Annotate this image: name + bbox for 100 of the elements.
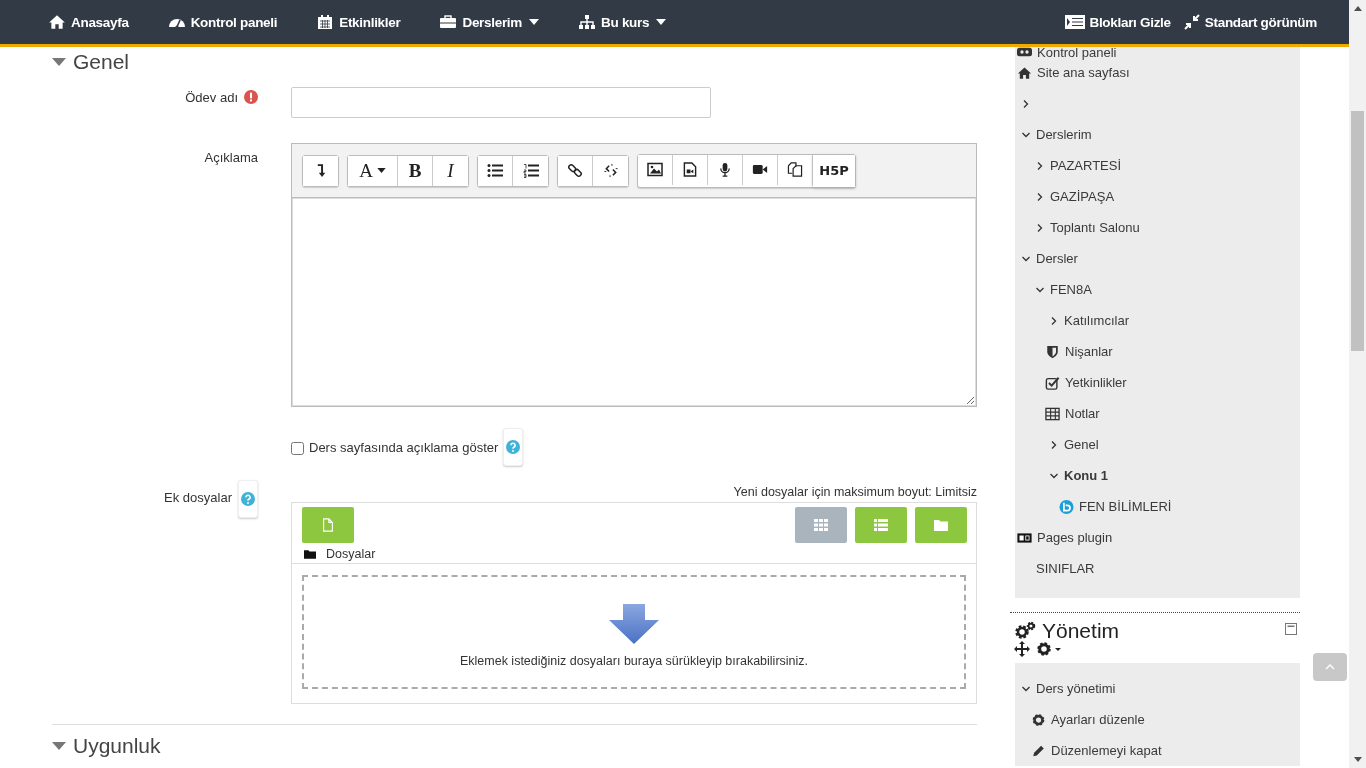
nav-menu-item[interactable]: Standart görünüm xyxy=(1182,14,1317,30)
home-icon xyxy=(1017,65,1032,80)
drop-zone-hint: Eklemek istediğiniz dosyaları buraya sürükleyip bırakabilirsiniz. xyxy=(459,654,809,668)
nav-menu-item[interactable]: Bu kurs xyxy=(578,14,667,30)
chevron-up-icon xyxy=(1325,664,1335,670)
gears-icon xyxy=(1014,621,1036,641)
chevron-right-icon[interactable] xyxy=(1035,160,1045,171)
nav-menu-item[interactable]: Etkinlikler xyxy=(316,14,401,30)
section-heading: Uygunluk xyxy=(73,734,161,758)
nav-link[interactable]: Genel xyxy=(1064,437,1099,452)
format-button[interactable]: I xyxy=(433,155,468,186)
nav-label: Etkinlikler xyxy=(339,14,401,30)
nav-link[interactable]: Ders yönetimi xyxy=(1036,681,1116,696)
nav-link[interactable]: Katılımcılar xyxy=(1064,313,1129,328)
section-heading: Genel xyxy=(73,50,130,74)
nav-label: Standart görünüm xyxy=(1204,14,1317,30)
nav-menu-item[interactable]: Kontrol paneli xyxy=(167,14,278,30)
folder-icon xyxy=(934,518,948,532)
checkbox-label: Ders sayfasında açıklama göster xyxy=(309,439,499,455)
collapse-triangle-icon[interactable] xyxy=(52,58,66,66)
bullet-list-icon xyxy=(487,163,503,178)
chevron-right-icon[interactable] xyxy=(1021,98,1031,109)
nav-label: Derslerim xyxy=(462,14,523,30)
nav-menu-item[interactable]: Anasayfa xyxy=(48,14,129,30)
image-icon xyxy=(647,162,663,177)
toolbar-button[interactable] xyxy=(673,154,708,185)
toolbar-button[interactable] xyxy=(778,154,813,185)
nav-link[interactable]: FEN BİLİMLERİ xyxy=(1079,499,1172,514)
help-icon xyxy=(241,492,255,506)
toolbar-button[interactable] xyxy=(743,154,778,185)
chevron-right-icon[interactable] xyxy=(1049,315,1059,326)
pencil-icon xyxy=(1031,743,1046,758)
nav-menu-item[interactable]: Blokları Gizle xyxy=(1065,14,1171,30)
collapse-block-icon[interactable] xyxy=(1285,623,1297,635)
toolbar-button[interactable] xyxy=(513,155,548,186)
numbered-list-icon xyxy=(522,163,539,178)
copy-icon xyxy=(787,162,803,177)
nav-link[interactable]: Notlar xyxy=(1065,406,1100,421)
nav-label: Bu kurs xyxy=(601,14,650,30)
nav-link[interactable]: PAZARTESİ xyxy=(1050,158,1122,173)
grid-icon xyxy=(814,518,828,532)
field-label: Açıklama xyxy=(204,150,258,165)
nav-link[interactable]: GAZİPAŞA xyxy=(1050,189,1115,204)
table-icon xyxy=(1045,406,1060,421)
unlink-icon xyxy=(602,163,619,178)
arrow-down-icon xyxy=(609,604,659,644)
home-icon xyxy=(48,14,66,30)
gear-menu-icon[interactable] xyxy=(1036,641,1062,657)
sitemap-icon xyxy=(578,14,597,30)
scrollbar-thumb[interactable] xyxy=(1351,111,1364,351)
nav-link[interactable]: SINIFLAR xyxy=(1036,561,1095,576)
toolbar-button[interactable] xyxy=(558,155,593,186)
h5p-button[interactable]: H5P xyxy=(813,154,855,187)
format-button[interactable]: A xyxy=(348,155,398,186)
newspaper-icon xyxy=(1017,530,1032,545)
gear-icon xyxy=(1031,712,1046,727)
shield-icon xyxy=(1045,344,1060,359)
file-icon xyxy=(321,518,335,532)
nav-link[interactable]: Yetkinlikler xyxy=(1065,375,1127,390)
conference-icon xyxy=(1059,499,1074,514)
scrollbar[interactable] xyxy=(1349,0,1366,768)
nav-link[interactable]: Dersler xyxy=(1036,251,1078,266)
drop-zone[interactable]: Eklemek istediğiniz dosyaları buraya sürükleyip bırakabilirsiniz. xyxy=(302,575,966,689)
field-label: Ödev adı xyxy=(185,90,238,105)
field-label: Ek dosyalar xyxy=(164,489,232,505)
link-icon xyxy=(567,163,583,178)
checkbox-icon xyxy=(1045,375,1060,390)
format-button[interactable]: B xyxy=(398,155,433,186)
nav-link[interactable]: Pages plugin xyxy=(1037,530,1113,545)
nav-link[interactable]: Konu 1 xyxy=(1064,468,1109,483)
toolbar-button[interactable] xyxy=(478,155,513,186)
nav-label: Blokları Gizle xyxy=(1089,14,1171,30)
nav-label: Kontrol paneli xyxy=(190,14,278,30)
nav-link[interactable]: Nişanlar xyxy=(1065,344,1113,359)
nav-link[interactable]: Düzenlemeyi kapat xyxy=(1051,743,1162,758)
nav-menu-item[interactable]: Derslerim xyxy=(439,14,540,30)
toolbar-button[interactable] xyxy=(638,154,673,185)
move-icon[interactable] xyxy=(1014,641,1030,657)
chevron-right-icon[interactable] xyxy=(1035,222,1045,233)
folder-icon xyxy=(304,549,316,559)
nav-link[interactable]: FEN8A xyxy=(1050,282,1092,297)
nav-link[interactable]: Toplantı Salonu xyxy=(1050,220,1140,235)
folder-path-link[interactable]: Dosyalar xyxy=(326,547,376,561)
nav-label: Anasayfa xyxy=(71,14,129,30)
toolbar-button[interactable] xyxy=(303,155,338,186)
nav-link[interactable]: Derslerim xyxy=(1036,127,1092,142)
nav-link[interactable]: Kontrol paneli xyxy=(1037,44,1117,60)
chevron-right-icon[interactable] xyxy=(1035,191,1045,202)
nav-link[interactable]: Ayarları düzenle xyxy=(1051,712,1145,727)
microphone-icon xyxy=(717,162,733,177)
toolbar-button[interactable] xyxy=(708,154,743,185)
chevron-right-icon[interactable] xyxy=(1049,439,1059,450)
nav-link[interactable]: Site ana sayfası xyxy=(1037,65,1130,80)
scroll-up-icon[interactable] xyxy=(1353,6,1362,11)
collapse-triangle-icon[interactable] xyxy=(52,742,66,750)
text-field[interactable] xyxy=(291,87,711,118)
checkbox[interactable] xyxy=(291,442,304,455)
calendar-icon xyxy=(316,14,335,30)
scroll-down-icon[interactable] xyxy=(1353,757,1362,762)
max-size-note: Yeni dosyalar için maksimum boyut: Limitsiz xyxy=(733,485,977,499)
